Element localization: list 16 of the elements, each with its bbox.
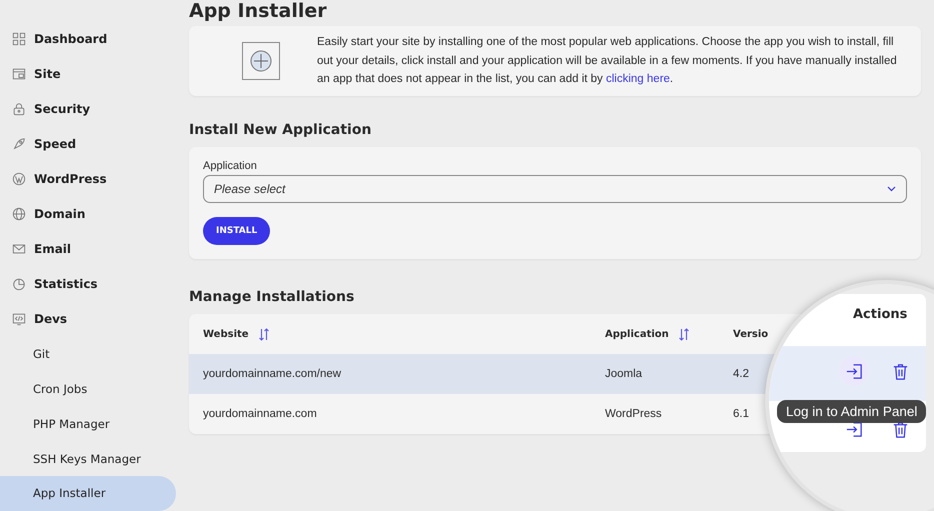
application-cell: WordPress [605, 408, 662, 420]
version-cell: 4.2 [733, 368, 749, 380]
actions-header: Actions [853, 307, 908, 322]
field-label: Application [203, 160, 257, 172]
website-cell: yourdomainname.com [203, 408, 317, 420]
section-heading: Install New Application [189, 122, 372, 138]
section-heading: Manage Installations [189, 289, 356, 305]
version-cell: 6.1 [733, 408, 749, 420]
intro-text: Easily start your site by installing one of the most popular web applications. Choose the app you wish to install, fill out your details, click install and your application will be available in a few moments. If you have manually installed an app that does not appear in the list, you can add it by clicking here. [317, 35, 898, 88]
column-header: Versio [733, 328, 768, 340]
column-header: Website [203, 328, 249, 340]
page-title: App Installer [189, 0, 328, 22]
tooltip: Log in to Admin Panel [777, 400, 926, 423]
application-cell: Joomla [605, 368, 642, 380]
column-header: Application [605, 328, 669, 340]
website-cell: yourdomainname.com/new [203, 368, 342, 380]
